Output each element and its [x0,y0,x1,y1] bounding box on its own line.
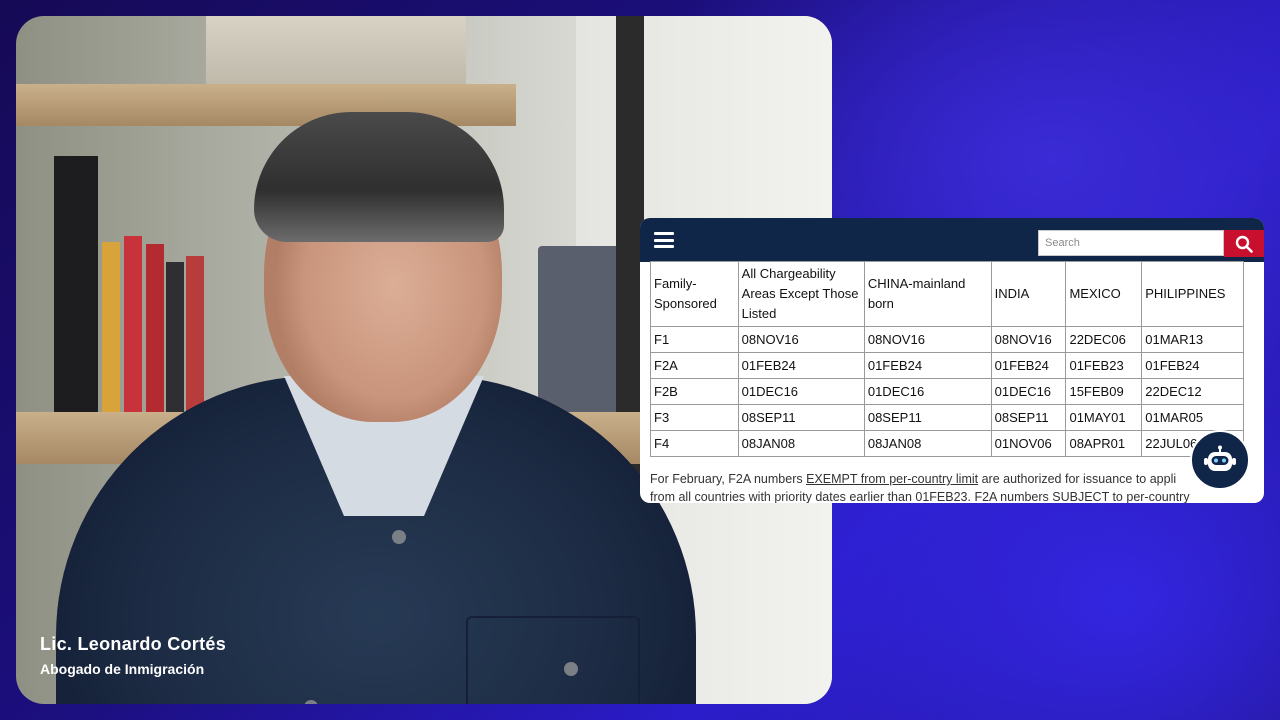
column-header: MEXICO [1065,261,1143,327]
shelf-box [206,16,466,86]
table-cell: 01FEB24 [990,352,1067,379]
speaker-name: Lic. Leonardo Cortés [40,634,227,654]
table-row: F4 08JAN08 08JAN08 01NOV06 08APR01 22JUL… [650,430,1244,457]
jacket-button [392,530,406,544]
speaker-title: Abogado de Inmigración [40,661,205,677]
table-cell: 01MAR13 [1141,326,1244,353]
table-cell: F2B [650,378,739,405]
book [146,244,164,412]
search-button[interactable] [1224,230,1264,257]
table-cell: F2A [650,352,739,379]
book [166,262,184,412]
exempt-link[interactable]: EXEMPT from per-country limit [806,472,978,486]
table-cell: 08SEP11 [737,404,865,431]
table-row: F1 08NOV16 08NOV16 08NOV16 22DEC06 01MAR… [650,326,1244,353]
magnifier-icon [1235,235,1253,253]
table-cell: F1 [650,326,739,353]
column-header: All Chargeability Areas Except Those Lis… [737,261,865,327]
footnote-line-1: For February, F2A numbers EXEMPT from pe… [650,470,1250,488]
table-row: F3 08SEP11 08SEP11 08SEP11 01MAY01 01MAR… [650,404,1244,431]
table-cell: 08SEP11 [863,404,992,431]
table-cell: 01FEB23 [1065,352,1143,379]
footnote-prefix: For February, F2A numbers [650,472,807,486]
book [186,256,204,412]
table-row: F2B 01DEC16 01DEC16 01DEC16 15FEB09 22DE… [650,378,1244,405]
table-cell: 08APR01 [1065,430,1143,457]
footnote: For February, F2A numbers EXEMPT from pe… [650,470,1250,503]
table-cell: 08NOV16 [737,326,865,353]
table-cell: 01FEB24 [737,352,865,379]
table-cell: 08NOV16 [863,326,992,353]
chatbot-button[interactable] [1190,430,1250,490]
table-cell: 22DEC06 [1065,326,1143,353]
book [102,242,120,412]
table-cell: 15FEB09 [1065,378,1143,405]
table-cell: 01DEC16 [863,378,992,405]
table-cell: 08SEP11 [990,404,1067,431]
column-header: Family-Sponsored [650,261,739,327]
table-cell: 01MAY01 [1065,404,1143,431]
table-cell: 01NOV06 [990,430,1067,457]
jacket-pocket [466,616,640,704]
speaker-hair [254,112,504,242]
robot-icon [1204,445,1236,471]
shelf-post [54,156,98,416]
table-cell: 22DEC12 [1141,378,1244,405]
column-header: INDIA [990,261,1067,327]
table-cell: 01DEC16 [990,378,1067,405]
table-cell: F3 [650,404,739,431]
table-cell: 08JAN08 [863,430,992,457]
table-cell: F4 [650,430,739,457]
table-cell: 08NOV16 [990,326,1067,353]
search-input[interactable] [1038,230,1224,256]
site-header [640,218,1264,262]
table-header-row: Family-Sponsored All Chargeability Areas… [650,261,1244,327]
table-cell: 01DEC16 [737,378,865,405]
table-cell: 01FEB24 [1141,352,1244,379]
table-cell: 08JAN08 [737,430,865,457]
family-sponsored-dates-table: Family-Sponsored All Chargeability Areas… [650,261,1244,457]
column-header: CHINA-mainland born [863,261,992,327]
footnote-suffix: are authorized for issuance to appli [978,472,1177,486]
table-cell: 01MAR05 [1141,404,1244,431]
hamburger-menu-icon[interactable] [654,232,674,248]
footnote-line-2: from all countries with priority dates e… [650,490,1190,503]
table-cell: 01FEB24 [863,352,992,379]
book [124,236,142,412]
visa-bulletin-webpage: Family-Sponsored All Chargeability Areas… [640,218,1264,503]
table-row: F2A 01FEB24 01FEB24 01FEB24 01FEB23 01FE… [650,352,1244,379]
column-header: PHILIPPINES [1141,261,1244,327]
binder [538,246,628,416]
